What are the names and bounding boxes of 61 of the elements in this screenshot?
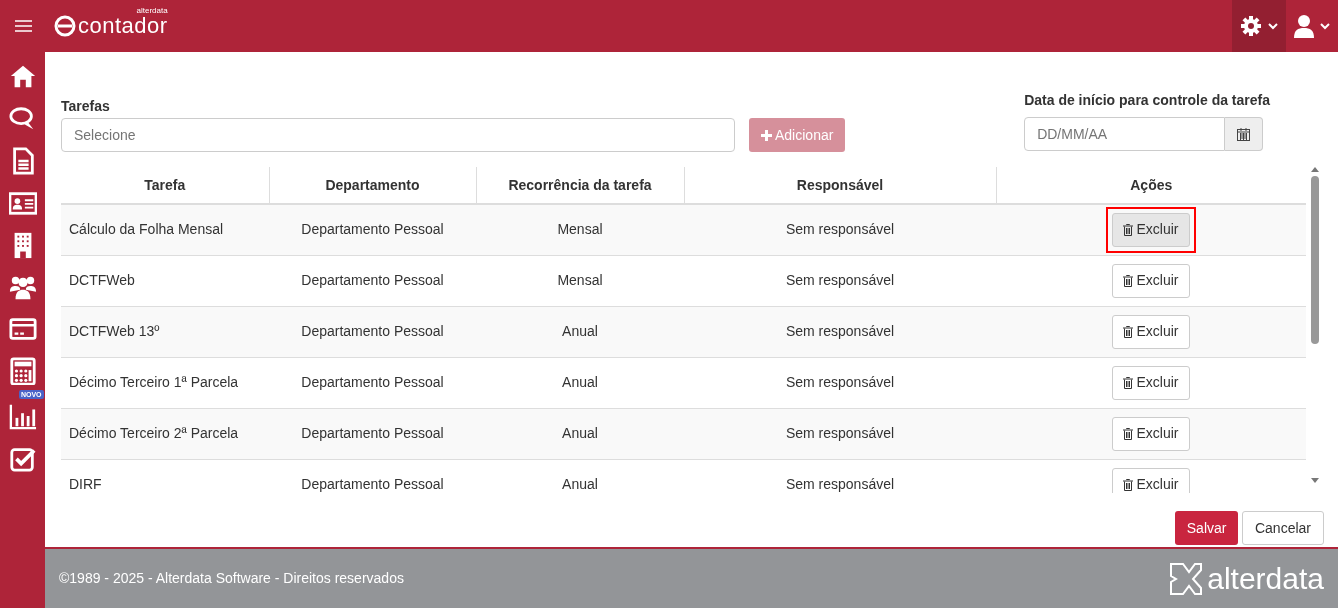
- delete-button[interactable]: Excluir: [1112, 467, 1190, 493]
- table-cell: DCTFWeb: [61, 255, 269, 306]
- scroll-up-icon[interactable]: [1311, 167, 1319, 172]
- scrollbar-thumb[interactable]: [1311, 176, 1319, 344]
- cancel-button[interactable]: Cancelar: [1241, 511, 1324, 545]
- table-cell: Sem responsável: [684, 408, 996, 459]
- trash-icon: [1123, 223, 1134, 236]
- logo-icon: [54, 15, 76, 37]
- table-cell: Departamento Pessoal: [269, 306, 476, 357]
- trash-icon: [1123, 427, 1134, 440]
- sidebar-item[interactable]: [7, 354, 38, 387]
- chevron-icon: [1268, 22, 1278, 30]
- brand-logo-icon: [1169, 561, 1204, 596]
- field-label: Data de início para controle da tarefa: [1024, 92, 1270, 109]
- calendar-icon: [1237, 127, 1251, 141]
- table-cell: Sem responsável: [684, 306, 996, 357]
- delete-button[interactable]: Excluir: [1112, 263, 1190, 298]
- calendar-button[interactable]: [1225, 117, 1264, 151]
- calculator-icon: [8, 356, 37, 385]
- trash-icon: [1123, 478, 1134, 491]
- table-cell: Cálculo da Folha Mensal: [61, 204, 269, 255]
- table-cell: DCTFWeb 13º: [61, 306, 269, 357]
- delete-button[interactable]: Excluir: [1112, 314, 1190, 349]
- table-cell: Sem responsável: [684, 204, 996, 255]
- table-cell: Décimo Terceiro 1ª Parcela: [61, 357, 269, 408]
- table-cell: Mensal: [476, 204, 684, 255]
- date-field[interactable]: DD/MM/AA: [1024, 117, 1226, 151]
- logo-text: contador: [78, 15, 168, 37]
- table-cell: Anual: [476, 306, 684, 357]
- delete-button[interactable]: Excluir: [1112, 416, 1190, 451]
- delete-button[interactable]: Excluir: [1112, 212, 1190, 247]
- save-button[interactable]: Salvar: [1174, 511, 1239, 545]
- plus-icon: [761, 129, 772, 141]
- table-cell: Anual: [476, 357, 684, 408]
- table-cell: Sem responsável: [684, 255, 996, 306]
- trash-icon: [1123, 376, 1134, 389]
- settings-menu-button[interactable]: [1232, 0, 1286, 52]
- table-cell: Anual: [476, 408, 684, 459]
- table-cell: Mensal: [476, 255, 684, 306]
- brand-text: alterdata: [1207, 563, 1324, 594]
- table-cell: Sem responsável: [684, 357, 996, 408]
- task-select-field[interactable]: Selecione: [61, 118, 735, 152]
- user-icon: [1294, 14, 1314, 38]
- menu-icon: [15, 20, 32, 32]
- chevron-icon: [1320, 22, 1330, 30]
- copyright-text: ©1989 - 2025 - Alterdata Software - Direitos reservados: [59, 569, 404, 588]
- table-cell: Departamento Pessoal: [269, 255, 476, 306]
- table-cell: Anual: [476, 459, 684, 493]
- table-cell: Departamento Pessoal: [269, 204, 476, 255]
- field-label: Tarefas: [61, 98, 111, 115]
- logo-subtext: alterdata: [136, 7, 168, 15]
- delete-button[interactable]: Excluir: [1112, 365, 1190, 400]
- table-cell: DIRF: [61, 459, 269, 493]
- table-cell: Sem responsável: [684, 459, 996, 493]
- trash-icon: [1123, 325, 1134, 338]
- table-cell: Departamento Pessoal: [269, 459, 476, 493]
- table-cell: Departamento Pessoal: [269, 357, 476, 408]
- scroll-down-icon[interactable]: [1311, 478, 1319, 483]
- trash-icon: [1123, 274, 1134, 287]
- table-cell: Departamento Pessoal: [269, 408, 476, 459]
- table-cell: Décimo Terceiro 2ª Parcela: [61, 408, 269, 459]
